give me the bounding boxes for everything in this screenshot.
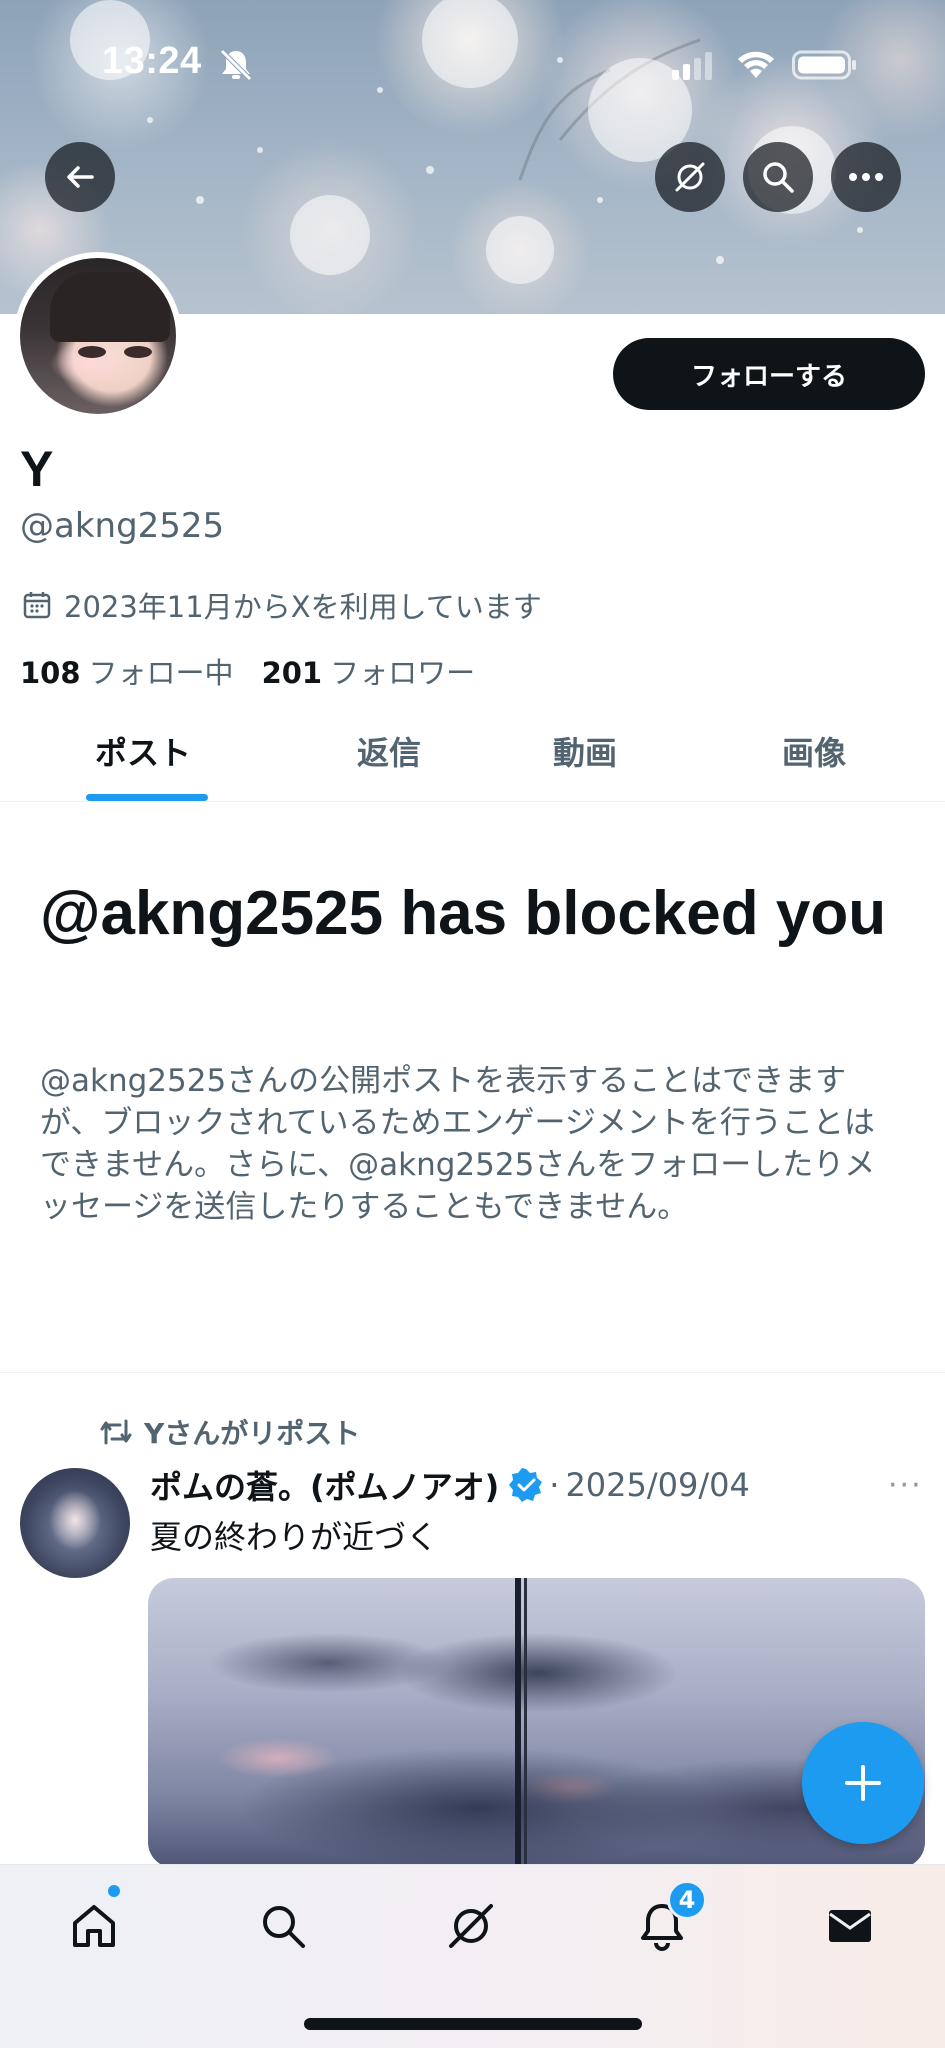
tab-videos[interactable]: 動画 <box>553 728 617 774</box>
grok-icon <box>675 162 705 192</box>
blocked-description: @akng2525さんの公開ポストを表示することはできますが、ブロックされている… <box>40 1063 876 1225</box>
home-indicator[interactable] <box>304 2018 642 2030</box>
grok-icon <box>449 1904 493 1948</box>
blocked-title: @akng2525 has blocked you <box>40 879 887 948</box>
post-author-avatar[interactable] <box>20 1468 130 1578</box>
search-button[interactable] <box>743 142 813 212</box>
follow-button[interactable]: フォローする <box>613 338 925 410</box>
verified-badge-icon <box>509 1468 543 1502</box>
cellular-signal-icon <box>672 52 712 80</box>
followers-count: 201 <box>261 656 323 690</box>
calendar-icon <box>23 592 51 619</box>
profile-name: Y <box>20 441 54 497</box>
status-time: 13:24 <box>102 40 202 82</box>
join-date: 2023年11月からXを利用しています <box>22 584 542 626</box>
notification-badge: 4 <box>667 1880 707 1920</box>
wifi-icon <box>738 51 774 78</box>
battery-icon <box>792 50 856 80</box>
following-link[interactable]: 108 フォロー中 <box>20 650 234 692</box>
grok-button[interactable] <box>655 142 725 212</box>
post-date[interactable]: 2025/09/04 <box>565 1466 749 1504</box>
post-more-button[interactable]: ··· <box>888 1468 923 1503</box>
active-tab-indicator <box>86 794 208 801</box>
more-button[interactable] <box>831 142 901 212</box>
repost-label-text: Yさんがリポスト <box>144 1417 361 1450</box>
tab-replies[interactable]: 返信 <box>357 728 421 774</box>
followers-label: フォロワー <box>330 656 476 690</box>
nav-home[interactable] <box>59 1891 129 1961</box>
home-unread-dot <box>108 1885 120 1897</box>
back-button[interactable] <box>45 142 115 212</box>
search-icon <box>263 1906 305 1948</box>
follow-stats: 108 フォロー中 201 フォロワー <box>20 650 475 692</box>
search-icon <box>763 162 794 193</box>
post-text: 夏の終わりが近づく <box>150 1518 439 1556</box>
profile-tabs: ポスト 返信 動画 画像 <box>0 700 945 802</box>
arrow-left-icon <box>67 166 94 188</box>
post-image[interactable] <box>148 1578 925 1868</box>
repost-icon <box>100 1419 132 1445</box>
join-date-text: 2023年11月からXを利用しています <box>64 590 542 624</box>
post-header: ポムの蒼。(ポムノアオ) · 2025/09/04 <box>150 1462 750 1508</box>
profile-avatar[interactable] <box>14 252 182 420</box>
post-author-name[interactable]: ポムの蒼。(ポムノアオ) <box>150 1462 499 1508</box>
home-icon <box>73 1905 115 1947</box>
post-separator: · <box>549 1466 560 1504</box>
divider <box>0 1372 945 1373</box>
bell-off-icon <box>220 49 252 81</box>
tab-images[interactable]: 画像 <box>782 728 846 774</box>
mail-icon <box>829 1910 871 1942</box>
followers-link[interactable]: 201 フォロワー <box>262 650 476 692</box>
following-label: フォロー中 <box>88 656 234 690</box>
plus-icon <box>845 1765 881 1801</box>
compose-button[interactable] <box>802 1722 924 1844</box>
nav-search[interactable] <box>248 1891 318 1961</box>
repost-label: Yさんがリポスト <box>98 1412 360 1452</box>
nav-messages[interactable] <box>815 1891 885 1961</box>
following-count: 108 <box>20 656 81 690</box>
more-horizontal-icon <box>849 173 883 181</box>
tab-posts[interactable]: ポスト <box>95 728 191 774</box>
profile-handle: @akng2525 <box>20 506 225 546</box>
nav-grok[interactable] <box>436 1891 506 1961</box>
